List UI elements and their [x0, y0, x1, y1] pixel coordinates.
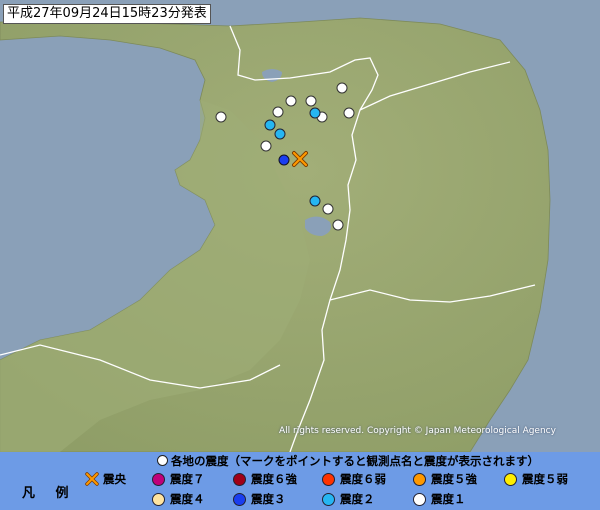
legend-item-intensity-6-lower: 震度６弱 — [322, 470, 386, 488]
intensity-1-station[interactable] — [260, 140, 272, 152]
legend-item-label: 震度７ — [170, 472, 205, 486]
epicenter-x-icon — [85, 472, 99, 486]
intensity-1-station[interactable] — [285, 95, 297, 107]
intensity-2-station[interactable] — [274, 128, 286, 140]
seismic-intensity-map — [0, 0, 600, 452]
intensity-1-station[interactable] — [272, 106, 284, 118]
legend-item-intensity-2: 震度２ — [322, 490, 375, 508]
intensity-2-station[interactable] — [309, 195, 321, 207]
legend-item-intensity-7: 震度７ — [152, 470, 205, 488]
legend-item-epicenter: 震央 — [84, 470, 126, 488]
legend-heading-text: 各地の震度（マークをポイントすると観測点名と震度が表示されます） — [171, 454, 539, 468]
legend-item-intensity-5-lower: 震度５弱 — [504, 470, 568, 488]
intensity-1-station[interactable] — [215, 111, 227, 123]
legend-item-intensity-3: 震度３ — [233, 490, 286, 508]
legend-item-label: 震度５弱 — [522, 472, 568, 486]
legend-item-label: 震度４ — [170, 492, 205, 506]
announcement-title: 平成27年09月24日15時23分発表 — [3, 4, 211, 24]
intensity-1-station[interactable] — [305, 95, 317, 107]
intensity-1-station[interactable] — [322, 203, 334, 215]
intensity-1-station[interactable] — [332, 219, 344, 231]
intensity-dot-icon — [504, 472, 517, 486]
legend-item-label: 震度５強 — [431, 472, 477, 486]
intensity-dot-icon — [322, 492, 335, 506]
intensity-dot-icon — [233, 472, 246, 486]
legend-item-intensity-1: 震度１ — [413, 490, 466, 508]
legend-item-label: 震度６強 — [251, 472, 297, 486]
legend-label: 凡 例 — [22, 486, 77, 501]
legend-heading: 各地の震度（マークをポイントすると観測点名と震度が表示されます） — [157, 453, 539, 469]
intensity-1-station[interactable] — [343, 107, 355, 119]
legend-item-label: 震度２ — [340, 492, 375, 506]
intensity-2-station[interactable] — [264, 119, 276, 131]
intensity-dot-icon — [322, 472, 335, 486]
legend-item-label: 震央 — [103, 472, 126, 486]
ring-icon — [157, 455, 168, 466]
legend-item-label: 震度３ — [251, 492, 286, 506]
intensity-2-station[interactable] — [309, 107, 321, 119]
intensity-dot-icon — [152, 472, 165, 486]
legend-item-intensity-6-upper: 震度６強 — [233, 470, 297, 488]
intensity-1-station[interactable] — [336, 82, 348, 94]
legend-item-label: 震度１ — [431, 492, 466, 506]
intensity-dot-icon — [413, 492, 426, 506]
legend-item-label: 震度６弱 — [340, 472, 386, 486]
intensity-3-station[interactable] — [278, 154, 290, 166]
legend-item-intensity-5-upper: 震度５強 — [413, 470, 477, 488]
legend-item-intensity-4: 震度４ — [152, 490, 205, 508]
copyright-notice: All rights reserved. Copyright © Japan M… — [279, 426, 556, 436]
intensity-dot-icon — [152, 492, 165, 506]
legend-panel: 各地の震度（マークをポイントすると観測点名と震度が表示されます） 凡 例 震央 … — [0, 452, 600, 510]
intensity-dot-icon — [413, 472, 426, 486]
intensity-dot-icon — [233, 492, 246, 506]
